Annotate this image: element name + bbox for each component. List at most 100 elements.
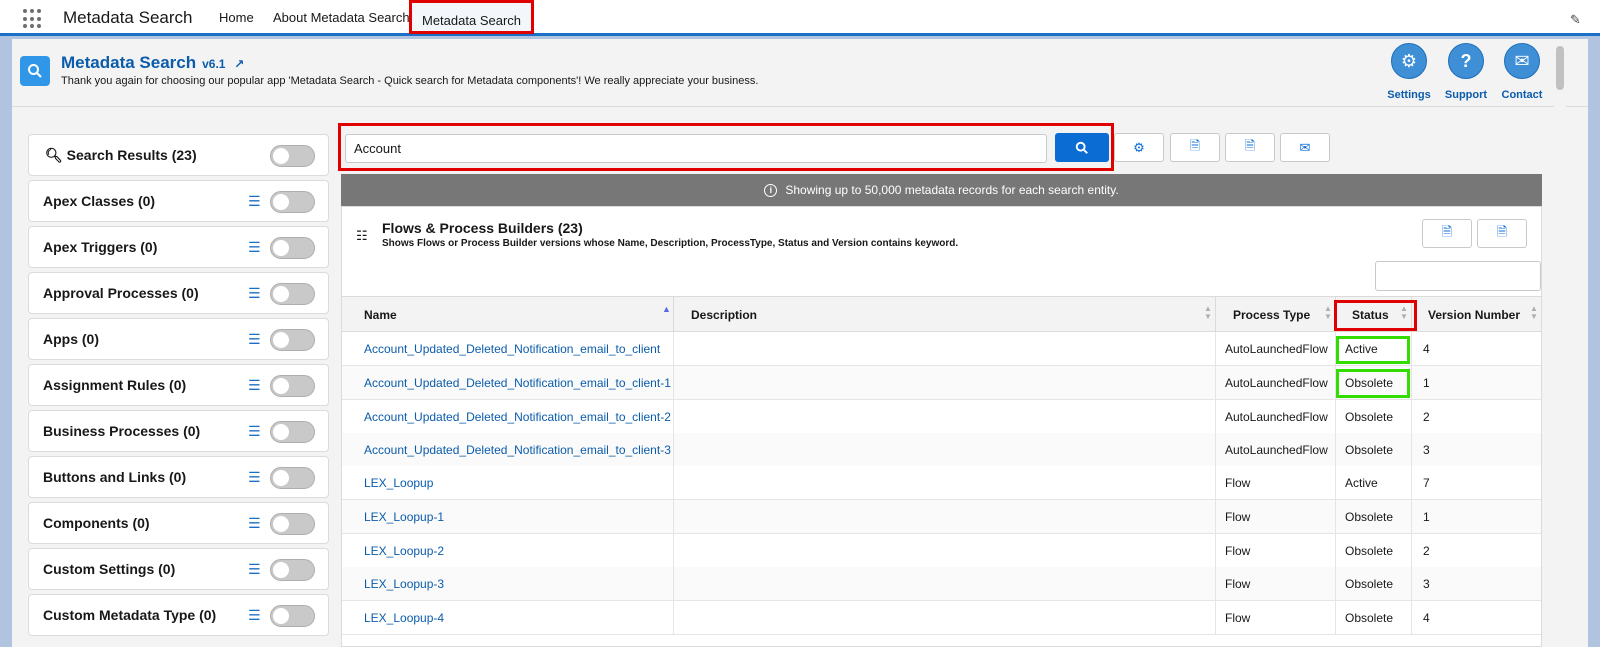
sidebar-item-label: Custom Metadata Type (0) (43, 607, 217, 623)
toggle-switch[interactable] (270, 283, 315, 305)
toggle-switch[interactable] (270, 559, 315, 581)
list-icon[interactable]: ☰ (248, 239, 261, 256)
export-csv-button[interactable]: 🗎︎ (1477, 219, 1527, 248)
sidebar-item-approval-processes[interactable]: Approval Processes (0) ☰ (28, 272, 329, 314)
flow-name-link[interactable]: LEX_Loopup-2 (364, 544, 444, 558)
process-type-cell: AutoLaunchedFlow (1225, 443, 1328, 457)
export-pdf-button[interactable]: 🗎︎ (1170, 133, 1220, 162)
list-icon[interactable]: ☰ (248, 561, 261, 578)
email-results-button[interactable]: ✉ (1280, 133, 1330, 162)
sort-icon[interactable]: ▲ ▼ (1204, 305, 1212, 321)
column-header-version-number[interactable]: Version Number (1428, 308, 1520, 322)
flow-name-link[interactable]: LEX_Loopup-4 (364, 611, 444, 625)
search-icon (1075, 141, 1088, 154)
toggle-switch[interactable] (270, 375, 315, 397)
sidebar-item-apps[interactable]: Apps (0) ☰ (28, 318, 329, 360)
page-title-text: Metadata Search (61, 53, 197, 72)
sidebar-item-custom-metadata-type[interactable]: Custom Metadata Type (0) ☰ (28, 594, 329, 636)
file-icon: 🗎︎ (1244, 137, 1256, 153)
version-cell: 4 (1423, 611, 1430, 625)
table-row: LEX_Loopup-4 Flow Obsolete 4 (342, 601, 1541, 635)
sidebar-item-assignment-rules[interactable]: Assignment Rules (0) ☰ (28, 364, 329, 406)
info-icon: i (764, 183, 778, 197)
status-cell: Active (1345, 476, 1378, 490)
support-button[interactable]: ? Support (1437, 43, 1495, 101)
sidebar-item-custom-settings[interactable]: Custom Settings (0) ☰ (28, 548, 329, 590)
sidebar-item-business-processes[interactable]: Business Processes (0) ☰ (28, 410, 329, 452)
toggle-switch[interactable] (270, 145, 315, 167)
flow-name-link[interactable]: LEX_Loopup-1 (364, 510, 444, 524)
sidebar-item-buttons-and-links[interactable]: Buttons and Links (0) ☰ (28, 456, 329, 498)
sort-asc-icon[interactable]: ▲ (662, 305, 671, 314)
list-icon[interactable]: ☰ (248, 331, 261, 348)
sort-icon[interactable]: ▲ ▼ (1530, 305, 1538, 321)
results-subtitle: Shows Flows or Process Builder versions … (382, 238, 959, 249)
list-icon[interactable]: ☰ (248, 377, 261, 394)
nav-tab-metadata-search[interactable]: Metadata Search (409, 0, 535, 34)
table-row: Account_Updated_Deleted_Notification_ema… (342, 400, 1541, 434)
process-type-cell: AutoLaunchedFlow (1225, 342, 1328, 356)
version-cell: 2 (1423, 544, 1430, 558)
column-header-name[interactable]: Name (364, 308, 397, 322)
table-row: LEX_Loopup-1 Flow Obsolete 1 (342, 500, 1541, 534)
email-icon: ✉ (1299, 139, 1311, 155)
info-text: Showing up to 50,000 metadata records fo… (785, 183, 1119, 197)
contact-button[interactable]: ✉ Contact (1493, 43, 1551, 101)
app-launcher-icon[interactable] (23, 9, 43, 29)
help-icon: ? (1448, 43, 1484, 79)
info-bar: i Showing up to 50,000 metadata records … (341, 174, 1542, 206)
list-icon[interactable]: ☰ (248, 423, 261, 440)
flow-name-link[interactable]: Account_Updated_Deleted_Notification_ema… (364, 376, 671, 390)
contact-label: Contact (1501, 89, 1543, 101)
toggle-switch[interactable] (270, 329, 315, 351)
page-scrollbar[interactable] (1554, 39, 1566, 647)
search-icon: 🔍︎ (45, 147, 63, 163)
edit-nav-icon[interactable]: ✎ (1570, 12, 1584, 27)
sort-icon[interactable]: ▲ ▼ (1324, 305, 1332, 321)
toggle-switch[interactable] (270, 513, 315, 535)
sidebar-item-label: Approval Processes (0) (43, 285, 199, 301)
flow-name-link[interactable]: LEX_Loopup (364, 476, 433, 490)
scrollbar-thumb[interactable] (1556, 46, 1564, 90)
status-cell: Obsolete (1345, 544, 1394, 558)
status-cell: Obsolete (1345, 443, 1394, 457)
settings-button[interactable]: ⚙ Settings (1380, 43, 1438, 101)
status-cell: Obsolete (1345, 510, 1394, 524)
search-highlight-box (338, 123, 1114, 171)
hierarchy-icon: ☷ (356, 228, 368, 243)
version-cell: 2 (1423, 410, 1430, 424)
list-icon[interactable]: ☰ (248, 193, 261, 210)
list-icon[interactable]: ☰ (248, 607, 261, 624)
nav-tab-home[interactable]: Home (219, 10, 254, 25)
external-link-icon[interactable]: ↗ (234, 57, 244, 71)
sidebar-item-apex-classes[interactable]: Apex Classes (0) ☰ (28, 180, 329, 222)
sidebar-item-components[interactable]: Components (0) ☰ (28, 502, 329, 544)
process-type-cell: AutoLaunchedFlow (1225, 410, 1328, 424)
settings-tool-button[interactable]: ⚙ (1114, 133, 1164, 162)
list-icon[interactable]: ☰ (248, 285, 261, 302)
toggle-switch[interactable] (270, 191, 315, 213)
list-icon[interactable]: ☰ (248, 469, 261, 486)
sidebar-item-apex-triggers[interactable]: Apex Triggers (0) ☰ (28, 226, 329, 268)
process-type-cell: Flow (1225, 611, 1251, 625)
flow-name-link[interactable]: Account_Updated_Deleted_Notification_ema… (364, 342, 660, 356)
flow-name-link[interactable]: Account_Updated_Deleted_Notification_ema… (364, 443, 671, 457)
export-pdf-button[interactable]: 🗎︎ (1422, 219, 1472, 248)
list-icon[interactable]: ☰ (248, 515, 261, 532)
sidebar-item-search-results[interactable]: 🔍︎ Search Results (23) (28, 134, 329, 176)
table-row: LEX_Loopup-3 Flow Obsolete 3 (342, 567, 1541, 601)
nav-tab-about[interactable]: About Metadata Search (273, 10, 410, 25)
toggle-switch[interactable] (270, 605, 315, 627)
search-button[interactable] (1055, 133, 1109, 162)
toggle-switch[interactable] (270, 237, 315, 259)
export-csv-button[interactable]: 🗎︎ (1225, 133, 1275, 162)
table-filter-input[interactable] (1375, 261, 1541, 291)
column-header-process-type[interactable]: Process Type (1233, 308, 1310, 322)
sidebar-item-label: Custom Settings (0) (43, 561, 176, 577)
version-cell: 4 (1423, 342, 1430, 356)
flow-name-link[interactable]: Account_Updated_Deleted_Notification_ema… (364, 410, 671, 424)
toggle-switch[interactable] (270, 467, 315, 489)
toggle-switch[interactable] (270, 421, 315, 443)
flow-name-link[interactable]: LEX_Loopup-3 (364, 577, 444, 591)
column-header-description[interactable]: Description (691, 308, 757, 322)
